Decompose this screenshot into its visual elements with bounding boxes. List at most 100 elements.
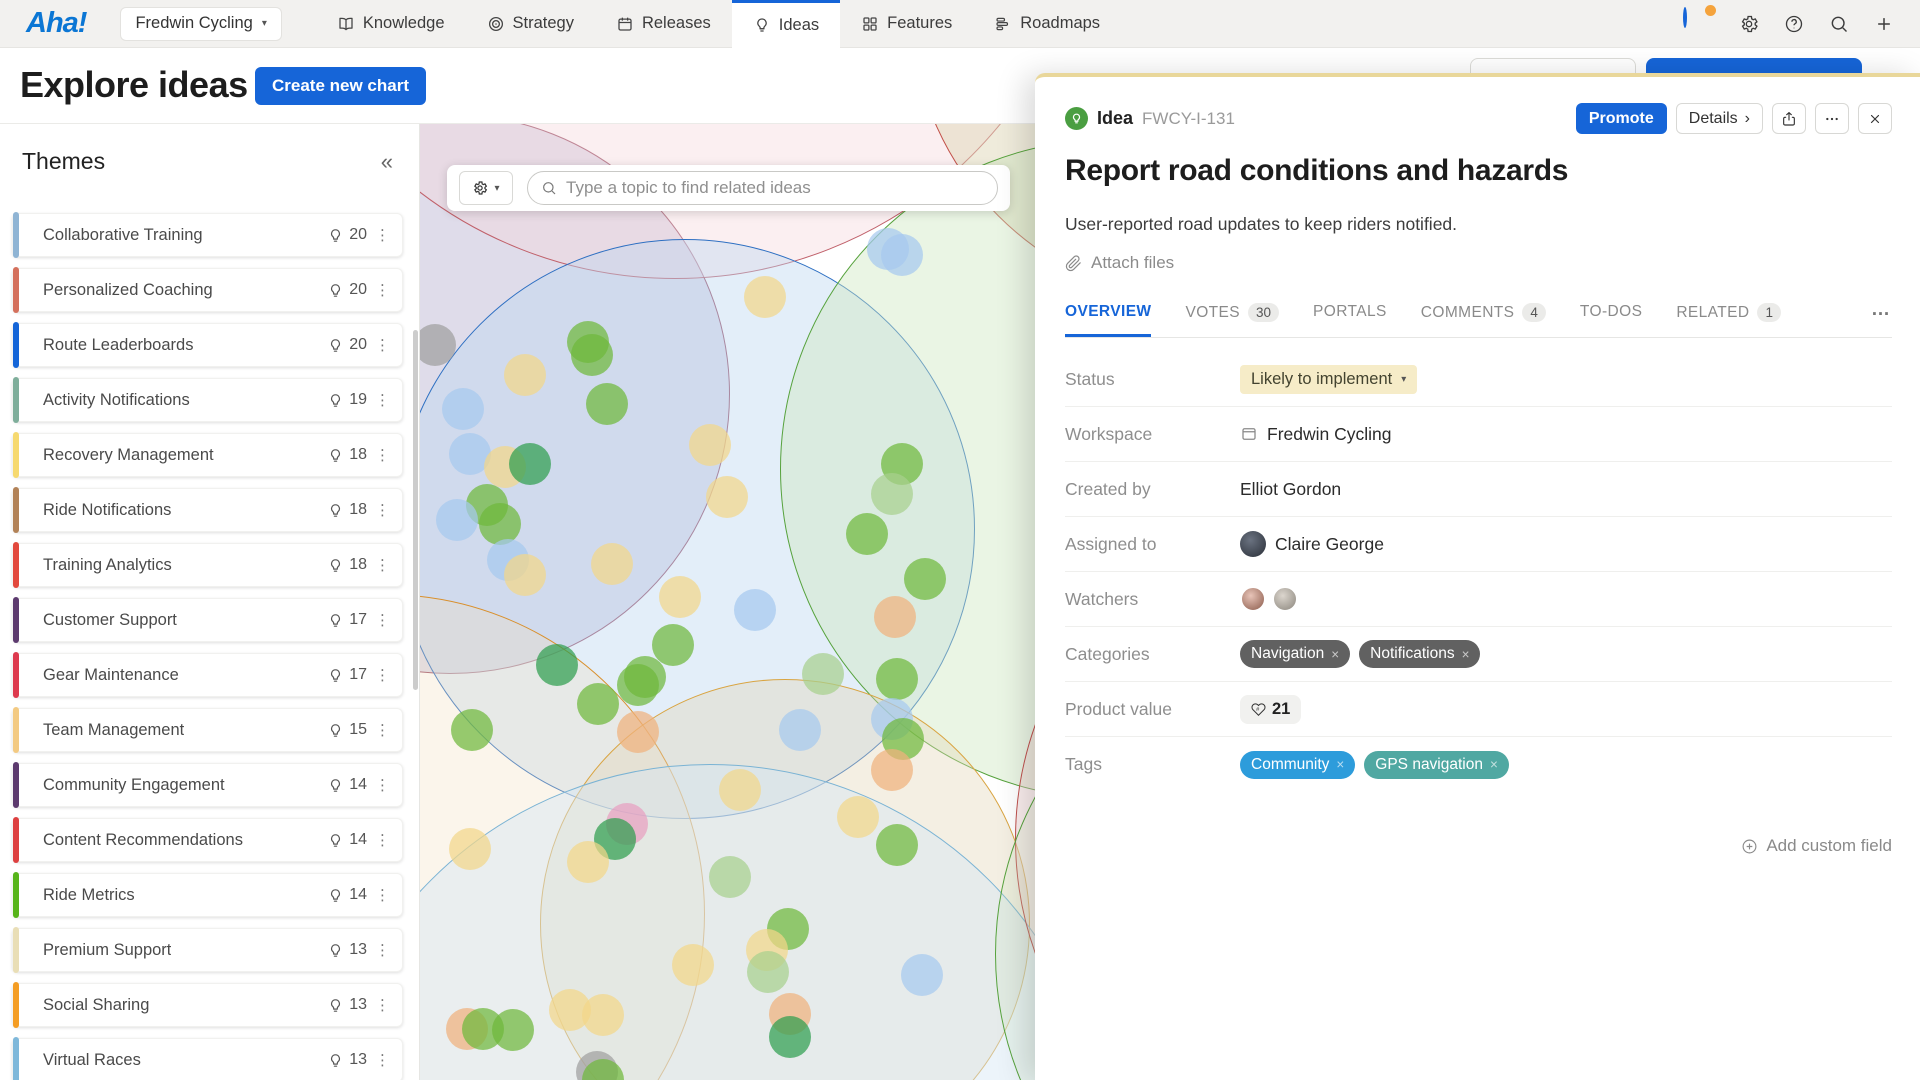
idea-dot[interactable] [504, 354, 546, 396]
promote-button[interactable]: Promote [1576, 103, 1667, 134]
idea-dot[interactable] [442, 388, 484, 430]
user-avatar[interactable] [1683, 9, 1714, 40]
theme-card[interactable]: Route Leaderboards20⋮ [12, 323, 403, 367]
idea-dot[interactable] [571, 334, 613, 376]
idea-dot[interactable] [709, 856, 751, 898]
watcher-avatar[interactable] [1272, 586, 1298, 612]
search-icon[interactable] [1829, 14, 1849, 34]
avatar[interactable] [1683, 7, 1687, 28]
theme-card[interactable]: Community Engagement14⋮ [12, 763, 403, 807]
idea-dot[interactable] [617, 711, 659, 753]
idea-dot[interactable] [802, 653, 844, 695]
theme-card[interactable]: Gear Maintenance17⋮ [12, 653, 403, 697]
theme-card[interactable]: Ride Notifications18⋮ [12, 488, 403, 532]
theme-menu-icon[interactable]: ⋮ [375, 996, 390, 1014]
theme-menu-icon[interactable]: ⋮ [375, 281, 390, 299]
idea-dot[interactable] [436, 499, 478, 541]
category-chip[interactable]: Notifications× [1359, 640, 1480, 668]
theme-menu-icon[interactable]: ⋮ [375, 611, 390, 629]
create-new-chart-button[interactable]: Create new chart [255, 67, 426, 105]
share-button[interactable] [1772, 103, 1806, 134]
collapse-sidebar-icon[interactable]: « [381, 151, 393, 173]
theme-menu-icon[interactable]: ⋮ [375, 941, 390, 959]
idea-dot[interactable] [689, 424, 731, 466]
idea-dot[interactable] [874, 596, 916, 638]
idea-dot[interactable] [577, 683, 619, 725]
idea-dot[interactable] [846, 513, 888, 555]
theme-card[interactable]: Premium Support13⋮ [12, 928, 403, 972]
remove-chip-icon[interactable]: × [1336, 757, 1344, 772]
theme-card[interactable]: Content Recommendations14⋮ [12, 818, 403, 862]
close-button[interactable] [1858, 103, 1892, 134]
theme-menu-icon[interactable]: ⋮ [375, 446, 390, 464]
theme-card[interactable]: Ride Metrics14⋮ [12, 873, 403, 917]
idea-dot[interactable] [901, 954, 943, 996]
help-icon[interactable] [1784, 14, 1804, 34]
idea-dot[interactable] [617, 664, 659, 706]
workspace-value[interactable]: Fredwin Cycling [1267, 424, 1391, 445]
theme-card[interactable]: Recovery Management18⋮ [12, 433, 403, 477]
aha-logo[interactable]: Aha! [26, 7, 86, 40]
created-by-value[interactable]: Elliot Gordon [1240, 479, 1341, 500]
idea-dot[interactable] [837, 796, 879, 838]
workspace-selector[interactable]: Fredwin Cycling ▾ [120, 7, 281, 41]
idea-dot[interactable] [504, 554, 546, 596]
theme-menu-icon[interactable]: ⋮ [375, 556, 390, 574]
theme-menu-icon[interactable]: ⋮ [375, 1051, 390, 1069]
idea-dot[interactable] [567, 841, 609, 883]
assignee-name[interactable]: Claire George [1275, 534, 1384, 555]
theme-menu-icon[interactable]: ⋮ [375, 336, 390, 354]
theme-card[interactable]: Customer Support17⋮ [12, 598, 403, 642]
nav-item-ideas[interactable]: Ideas [732, 0, 840, 48]
remove-chip-icon[interactable]: × [1490, 757, 1498, 772]
tab-to-dos[interactable]: TO-DOS [1580, 303, 1642, 336]
idea-dot[interactable] [719, 769, 761, 811]
search-input[interactable] [566, 178, 984, 198]
remove-chip-icon[interactable]: × [1462, 647, 1470, 662]
product-value-score[interactable]: # 21 [1240, 695, 1301, 724]
record-reference[interactable]: FWCY-I-131 [1142, 109, 1235, 129]
idea-dot[interactable] [904, 558, 946, 600]
theme-menu-icon[interactable]: ⋮ [375, 721, 390, 739]
watcher-avatar[interactable] [1240, 586, 1266, 612]
tab-portals[interactable]: PORTALS [1313, 303, 1387, 336]
theme-card[interactable]: Team Management15⋮ [12, 708, 403, 752]
idea-dot[interactable] [744, 276, 786, 318]
idea-dot[interactable] [672, 944, 714, 986]
remove-chip-icon[interactable]: × [1331, 647, 1339, 662]
nav-item-releases[interactable]: Releases [595, 0, 732, 48]
tag-chip[interactable]: Community× [1240, 751, 1355, 779]
status-dropdown[interactable]: Likely to implement ▾ [1240, 365, 1417, 394]
chart-settings-button[interactable]: ▾ [459, 171, 513, 205]
idea-dot[interactable] [876, 824, 918, 866]
add-custom-field-button[interactable]: Add custom field [1741, 836, 1892, 856]
idea-dot[interactable] [591, 543, 633, 585]
theme-menu-icon[interactable]: ⋮ [375, 886, 390, 904]
theme-menu-icon[interactable]: ⋮ [375, 666, 390, 684]
theme-card[interactable]: Virtual Races13⋮ [12, 1038, 403, 1080]
idea-dot[interactable] [652, 624, 694, 666]
theme-card[interactable]: Social Sharing13⋮ [12, 983, 403, 1027]
idea-dot[interactable] [449, 828, 491, 870]
details-button[interactable]: Details› [1676, 103, 1763, 134]
idea-dot[interactable] [586, 383, 628, 425]
theme-menu-icon[interactable]: ⋮ [375, 501, 390, 519]
idea-dot[interactable] [747, 951, 789, 993]
idea-dot[interactable] [479, 503, 521, 545]
idea-dot[interactable] [779, 709, 821, 751]
idea-dot[interactable] [492, 1009, 534, 1051]
settings-gear-icon[interactable] [1739, 14, 1759, 34]
theme-menu-icon[interactable]: ⋮ [375, 831, 390, 849]
idea-dot[interactable] [706, 476, 748, 518]
idea-dot[interactable] [734, 589, 776, 631]
theme-card[interactable]: Collaborative Training20⋮ [12, 213, 403, 257]
nav-item-roadmaps[interactable]: Roadmaps [973, 0, 1121, 48]
tab-comments[interactable]: COMMENTS4 [1421, 303, 1546, 337]
theme-card[interactable]: Personalized Coaching20⋮ [12, 268, 403, 312]
nav-item-knowledge[interactable]: Knowledge [316, 0, 466, 48]
idea-dot[interactable] [881, 234, 923, 276]
theme-menu-icon[interactable]: ⋮ [375, 391, 390, 409]
nav-item-features[interactable]: Features [840, 0, 973, 48]
idea-dot[interactable] [871, 473, 913, 515]
idea-dot[interactable] [451, 709, 493, 751]
